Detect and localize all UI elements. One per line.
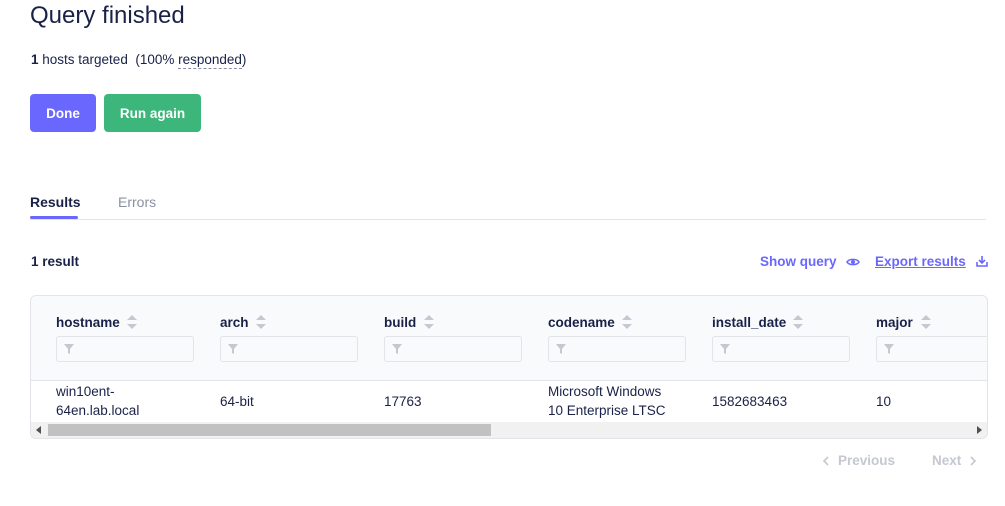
sort-icon[interactable] xyxy=(255,314,267,330)
download-icon xyxy=(975,255,988,270)
sort-icon[interactable] xyxy=(423,314,435,330)
previous-page-button[interactable]: Previous xyxy=(822,453,895,468)
column-header-arch[interactable]: arch xyxy=(220,315,249,330)
tab-results[interactable]: Results xyxy=(30,194,81,210)
column-header-hostname[interactable]: hostname xyxy=(56,315,120,330)
hosts-suffix: ) xyxy=(241,52,247,67)
filter-input-hostname[interactable] xyxy=(56,336,194,362)
hosts-count: 1 xyxy=(31,52,39,67)
show-query-button[interactable]: Show query xyxy=(760,254,861,270)
arrow-right-icon xyxy=(977,426,982,434)
done-button[interactable]: Done xyxy=(30,94,96,132)
filter-icon xyxy=(64,344,74,354)
filter-icon xyxy=(228,344,238,354)
filter-icon xyxy=(884,344,894,354)
sort-icon[interactable] xyxy=(126,314,138,330)
cell-codename: Microsoft Windows 10 Enterprise LTSC xyxy=(548,384,666,418)
filter-input-codename[interactable] xyxy=(548,336,686,362)
cell-major: 10 xyxy=(876,393,892,409)
horizontal-scrollbar[interactable] xyxy=(31,422,987,438)
tab-errors[interactable]: Errors xyxy=(118,194,156,210)
scrollbar-thumb[interactable] xyxy=(48,424,491,436)
sort-icon[interactable] xyxy=(621,314,633,330)
column-header-build[interactable]: build xyxy=(384,315,416,330)
cell-install-date: 1582683463 xyxy=(712,393,788,409)
filter-input-arch[interactable] xyxy=(220,336,358,362)
next-label: Next xyxy=(932,453,962,468)
filter-input-build[interactable] xyxy=(384,336,522,362)
run-again-button[interactable]: Run again xyxy=(104,94,201,132)
table-row: win10ent-64en.lab.local 64-bit 17763 Mic… xyxy=(31,380,987,422)
scroll-left-arrow[interactable] xyxy=(31,422,47,438)
results-table: hostname arch build codename install_dat… xyxy=(30,295,988,439)
export-results-label: Export results xyxy=(875,254,966,269)
column-header-install-date[interactable]: install_date xyxy=(712,315,786,330)
filter-input-install-date[interactable] xyxy=(712,336,850,362)
export-results-button[interactable]: Export results xyxy=(875,254,988,270)
hosts-text: hosts targeted (100% xyxy=(38,52,179,67)
show-query-label: Show query xyxy=(760,254,837,269)
hosts-summary: 1 hosts targeted (100% responded) xyxy=(31,52,247,69)
filter-icon xyxy=(556,344,566,354)
cell-build: 17763 xyxy=(384,393,422,409)
active-tab-indicator xyxy=(30,216,78,219)
responded-tooltip-trigger[interactable]: responded xyxy=(178,52,242,69)
result-count: 1 result xyxy=(31,254,80,269)
cell-arch: 64-bit xyxy=(220,393,254,409)
filter-input-major[interactable] xyxy=(876,336,987,362)
chevron-right-icon xyxy=(970,456,977,467)
scroll-right-arrow[interactable] xyxy=(971,422,987,438)
cell-hostname: win10ent-64en.lab.local xyxy=(56,384,140,418)
filter-icon xyxy=(720,344,730,354)
sort-icon[interactable] xyxy=(792,314,804,330)
column-header-major[interactable]: major xyxy=(876,315,913,330)
next-page-button[interactable]: Next xyxy=(932,453,977,468)
column-header-codename[interactable]: codename xyxy=(548,315,615,330)
filter-icon xyxy=(392,344,402,354)
table-header: hostname arch build codename install_dat… xyxy=(31,296,987,381)
sort-icon[interactable] xyxy=(920,314,932,330)
previous-label: Previous xyxy=(838,453,896,468)
page-title: Query finished xyxy=(30,2,185,29)
arrow-left-icon xyxy=(36,426,41,434)
chevron-left-icon xyxy=(822,456,829,467)
eye-icon xyxy=(846,255,861,270)
results-tabs: Results Errors xyxy=(30,192,986,220)
